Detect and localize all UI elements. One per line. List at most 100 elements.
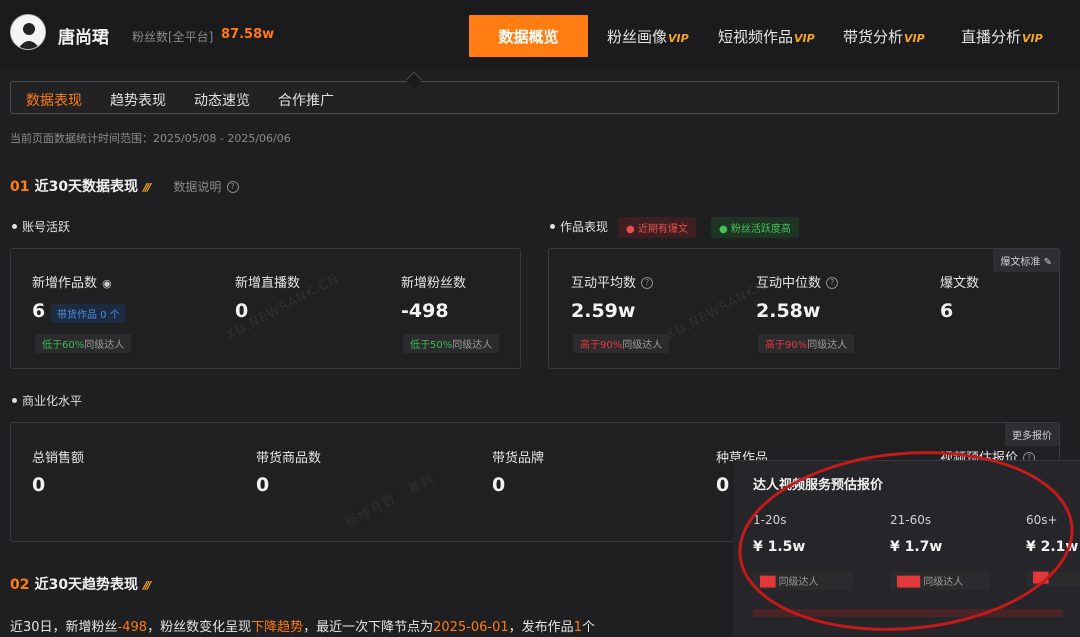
comparison-highlight: ██ [760,577,779,588]
vip-badge: VIP [904,32,925,45]
bullet-icon [550,224,555,229]
tier-price: ¥ 1.5w [753,539,806,555]
works-performance-card: 爆文标准 ✎ 互动平均数 ? 2.59w 高于90%同级达人 互动中位数 ? 2… [548,248,1060,369]
trend-fans-value: -498 [117,620,148,635]
influencer-name: 唐尚珺 [58,28,109,48]
trend-works-count: 1 [573,620,582,635]
comparison-tail: 同级达人 [778,577,819,588]
works-performance-title: 作品表现 [560,220,609,234]
section-header-02: 02 近30天趋势表现 /// [10,574,151,594]
comparison-badge: 低于60%同级达人 [35,334,132,353]
fire-icon: ● [626,224,635,235]
section-title: 近30天数据表现 [34,179,139,195]
question-icon[interactable]: ? [826,276,839,289]
subtab-bar: 数据表现 趋势表现 动态速览 合作推广 [10,81,1059,114]
metric-label: 带货商品数 [256,451,322,466]
comparison-highlight: 低于60% [42,340,85,351]
video-quote-popup: 达人视频服务预估报价 1-20s ¥ 1.5w ██ 同级达人 21-60s ¥… [733,460,1080,637]
trend-direction: 下降趋势 [251,620,304,635]
section-number: 02 [10,577,30,593]
trend-text: ，粉丝数变化呈现 [147,620,252,635]
trend-text: ，最近一次下降节点为 [303,620,434,635]
comparison-highlight: 低于50% [410,340,453,351]
comparison-highlight: 高于90% [765,340,808,351]
tab-short-video[interactable]: 短视频作品VIP [718,26,815,47]
comparison-tail: 同级达人 [84,340,125,351]
comparison-badge: ██ [1026,571,1080,586]
tier-price: ¥ 2.1w [1026,539,1079,555]
data-help-link[interactable]: 数据说明 [173,180,221,194]
section-header-01: 01 近30天数据表现 /// 数据说明 ? [10,176,239,196]
comparison-badge: 高于90%同级达人 [758,334,855,353]
comparison-tail: 同级达人 [807,340,848,351]
tab-label: 短视频作品 [718,28,794,46]
section-title: 近30天趋势表现 [34,577,139,593]
metric-label: 新增直播数 [235,276,301,291]
tier-price: ¥ 1.7w [890,539,943,555]
active-fans-pill: ● 粉丝活跃度高 [711,217,799,238]
user-icon: ● [719,224,728,235]
subtab-dynamics[interactable]: 动态速览 [194,90,250,110]
metric-value: 0 [32,474,46,496]
avatar[interactable] [10,14,46,50]
comparison-tail: 同级达人 [622,340,663,351]
eye-icon[interactable]: ◉ [102,277,112,290]
subtab-trend[interactable]: 趋势表现 [110,90,166,110]
flame-icon: /// [143,579,151,592]
metric-value: 0 [492,474,506,496]
bullet-icon [12,224,17,229]
comparison-badge: ██ 同级达人 [753,571,853,590]
metric-value: 2.58w [756,300,821,322]
subtab-cooperation[interactable]: 合作推广 [278,90,334,110]
comparison-badge: 低于50%同级达人 [403,334,500,353]
flame-icon: /// [143,181,151,194]
tab-label: 粉丝画像 [607,28,668,46]
subtab-data-performance[interactable]: 数据表现 [26,90,82,110]
more-quotes-button[interactable]: 更多报价 [1005,423,1059,446]
tier-label: 60s+ [1026,513,1058,527]
fans-label: 粉丝数[全平台] [132,30,214,44]
vip-badge: VIP [1022,32,1043,45]
pill-label: 粉丝活跃度高 [730,224,791,235]
date-range-text: 当前页面数据统计时间范围：2025/05/08 - 2025/06/06 [10,132,291,145]
trend-summary: 近30日，新增粉丝-498，粉丝数变化呈现下降趋势，最近一次下降节点为2025-… [10,616,595,635]
tab-fan-profile[interactable]: 粉丝画像VIP [607,26,689,47]
viral-standard-button[interactable]: 爆文标准 ✎ [993,249,1059,272]
comparison-tail: 同级达人 [452,340,493,351]
vip-badge: VIP [668,32,689,45]
metric-value: 6 [940,300,954,322]
metric-value: 0 [256,474,270,496]
blurred-note [753,609,1063,617]
tier-label: 1-20s [753,513,787,527]
top-header: 唐尚珺 粉丝数[全平台] 87.58w 数据概览 粉丝画像VIP 短视频作品VI… [0,0,1080,68]
metric-value: 0 [716,474,730,496]
vip-badge: VIP [794,32,815,45]
tab-label: 带货分析 [843,28,904,46]
comparison-badge: ███ 同级达人 [890,571,990,590]
comparison-highlight: 高于90% [580,340,623,351]
metric-label: 爆文数 [940,276,980,291]
tab-label: 直播分析 [961,28,1022,46]
tab-live-analysis[interactable]: 直播分析VIP [961,26,1043,47]
question-icon[interactable]: ? [641,276,654,289]
popup-title: 达人视频服务预估报价 [753,478,884,493]
account-activity-title: 账号活跃 [22,220,71,234]
trend-text: ，发布作品 [508,620,574,635]
tab-sales-analysis[interactable]: 带货分析VIP [843,26,925,47]
metric-avg-interaction: 互动平均数 ? [571,272,654,291]
bullet-icon [12,398,17,403]
comparison-badge: 高于90%同级达人 [573,334,670,353]
tab-data-overview[interactable]: 数据概览 [469,15,588,57]
question-icon[interactable]: ? [226,180,239,193]
button-label: 爆文标准 [1000,257,1041,268]
metric-label: 总销售额 [32,451,85,466]
tier-label: 21-60s [890,513,932,527]
metric-value: -498 [401,300,449,322]
metric-label: 新增作品数 [32,276,98,291]
metric-new-works: 新增作品数 ◉ [32,272,112,291]
metric-label: 带货品牌 [492,451,545,466]
fans-value: 87.58w [221,27,275,42]
section-number: 01 [10,179,30,195]
metric-value: 6 [32,300,46,322]
hot-post-pill: ● 近期有爆文 [618,217,696,238]
